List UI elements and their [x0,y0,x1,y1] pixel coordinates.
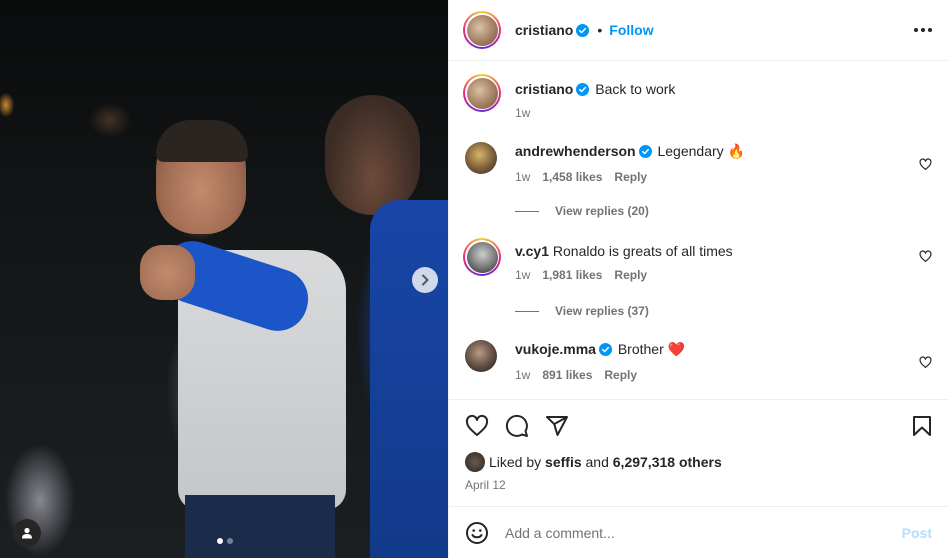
follow-button[interactable]: Follow [609,22,653,38]
player-hand [140,245,195,300]
tagged-users-button[interactable] [13,519,41,547]
likes-count[interactable]: 6,297,318 others [613,454,722,470]
verified-badge-icon [576,23,590,37]
comment-bubble-icon [505,414,528,437]
user-icon [22,527,32,539]
verified-badge-icon [638,145,652,158]
author-username[interactable]: cristiano [515,22,573,38]
comment-age: 1w [515,368,531,382]
comment-username[interactable]: v.cy1 [515,243,549,259]
caption-text: Back to work [595,81,676,97]
comment-likes[interactable]: 1,458 likes [542,170,602,184]
post-actions [449,400,948,452]
view-replies-label: View replies (20) [555,204,649,218]
share-button[interactable] [545,414,569,438]
red-heart-emoji-icon: ❤️ [667,341,686,357]
divider [515,310,539,312]
more-options-button[interactable] [914,28,932,32]
commenter-avatar[interactable] [463,238,501,276]
post-caption: cristiano Back to work 1w [463,74,932,120]
comment-age: 1w [515,268,531,282]
view-replies-button[interactable]: View replies (20) [515,204,932,218]
comment-username[interactable]: vukoje.mma [515,341,596,357]
comment-item: andrewhenderson Legendary 🔥 1w 1,458 lik… [463,142,932,184]
caption-age: 1w [515,106,531,120]
carousel-dot [227,538,233,544]
background-player-head [325,95,420,215]
commenter-avatar[interactable] [465,142,497,174]
post-date: April 12 [465,478,506,492]
verified-badge-icon [598,343,612,356]
comment-text: Ronaldo is greats of all times [552,243,733,259]
paper-plane-icon [546,416,568,436]
author-avatar[interactable] [463,74,501,112]
likes-summary: Liked by seffis and 6,297,318 others [449,452,948,472]
comment-item: vukoje.mma Brother ❤️ 1w 891 likes Reply [463,340,932,382]
player-shorts [185,495,335,558]
post-comment-button[interactable]: Post [902,525,932,541]
carousel-dot-active [217,538,223,544]
separator: • [597,22,603,38]
heart-icon [465,414,489,436]
carousel-next-button[interactable] [412,267,438,293]
view-replies-label: View replies (37) [555,304,649,318]
commenter-avatar[interactable] [465,340,497,372]
more-icon [914,28,918,32]
comment-item: v.cy1 Ronaldo is greats of all times 1w … [463,238,932,282]
like-button[interactable] [465,414,489,438]
comment-likes[interactable]: 1,981 likes [542,268,602,282]
comment-username[interactable]: andrewhenderson [515,143,636,159]
author-avatar[interactable] [463,11,501,49]
like-comment-heart-icon[interactable] [919,356,932,369]
carousel-indicator [217,538,233,544]
post-dialog: cristiano • Follow cristiano Back to wor… [0,0,948,558]
comment-composer: Post [449,506,948,558]
comment-text: Brother [617,341,664,357]
bookmark-icon [913,416,931,436]
post-side-panel: cristiano • Follow cristiano Back to wor… [448,0,948,558]
like-comment-heart-icon[interactable] [919,250,932,263]
comment-input[interactable] [505,524,902,541]
caption-username[interactable]: cristiano [515,81,573,97]
verified-badge-icon [576,83,590,96]
player-hair [156,120,248,162]
divider [515,210,539,212]
reply-button[interactable]: Reply [614,170,647,184]
like-comment-heart-icon[interactable] [919,158,932,171]
background-player [370,200,448,558]
comment-text: Legendary [657,143,724,159]
liked-by-and: and [585,454,609,470]
post-media[interactable] [0,0,448,558]
save-button[interactable] [910,414,934,438]
post-header: cristiano • Follow [449,0,948,61]
comments-list[interactable]: cristiano Back to work 1w andrewhenderso… [449,61,948,400]
liker-avatar[interactable] [465,452,485,472]
emoji-icon[interactable] [465,521,489,545]
view-replies-button[interactable]: View replies (37) [515,304,932,318]
reply-button[interactable]: Reply [604,368,637,382]
reply-button[interactable]: Reply [614,268,647,282]
liked-by-prefix: Liked by [489,454,542,470]
comment-button[interactable] [505,414,529,438]
comment-likes[interactable]: 891 likes [542,368,592,382]
comment-age: 1w [515,170,531,184]
liker-username[interactable]: seffis [545,454,582,470]
fire-emoji-icon: 🔥 [727,143,745,159]
chevron-right-icon [422,274,429,286]
